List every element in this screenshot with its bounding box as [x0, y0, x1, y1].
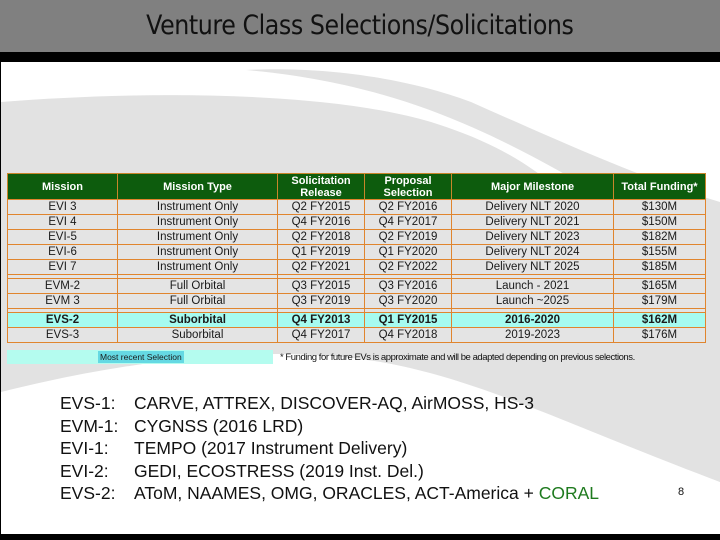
missions-table: Mission Mission Type Solicitation Releas… — [7, 173, 706, 343]
table-row: EVI-6 Instrument Only Q1 FY2019 Q1 FY2020 De… — [7, 244, 706, 260]
table-row: EVI-5 Instrument Only Q2 FY2018 Q2 FY2019 De… — [7, 229, 706, 245]
header-mission-type: Mission Type — [117, 173, 278, 200]
cell-funding: $162M — [613, 312, 706, 328]
cell-funding: $179M — [613, 293, 706, 309]
cell-type: Instrument Only — [117, 244, 278, 260]
cell-release: Q4 FY2013 — [277, 312, 365, 328]
cell-type: Suborbital — [117, 312, 278, 328]
table-row: EVI 7 Instrument Only Q2 FY2021 Q2 FY2022 De… — [7, 259, 706, 275]
cell-mission: EVM 3 — [7, 293, 118, 309]
cell-release: Q4 FY2017 — [277, 327, 365, 343]
title-bar: Venture Class Selections/Solicitations — [0, 0, 720, 52]
header-mission: Mission — [7, 173, 118, 200]
cell-funding: $182M — [613, 229, 706, 245]
cell-milestone: 2019-2023 — [451, 327, 614, 343]
cell-milestone: Delivery NLT 2023 — [451, 229, 614, 245]
cell-milestone: Delivery NLT 2024 — [451, 244, 614, 260]
cell-release: Q2 FY2021 — [277, 259, 365, 275]
cell-funding: $185M — [613, 259, 706, 275]
list-item: EVI-2: GEDI, ECOSTRESS (2019 Inst. Del.) — [60, 460, 599, 483]
cell-mission: EVS-2 — [7, 312, 118, 328]
table-row: EVS-3 Suborbital Q4 FY2017 Q4 FY2018 2019-20… — [7, 327, 706, 343]
cell-type: Suborbital — [117, 327, 278, 343]
cell-mission: EVM-2 — [7, 278, 118, 294]
cell-milestone: Delivery NLT 2020 — [451, 199, 614, 215]
cell-selection: Q1 FY2020 — [364, 244, 452, 260]
missions-table-wrap: Mission Mission Type Solicitation Releas… — [7, 173, 706, 343]
cell-milestone: 2016-2020 — [451, 312, 614, 328]
list-item: EVM-1: CYGNSS (2016 LRD) — [60, 415, 599, 438]
table-row: EVM 3 Full Orbital Q3 FY2019 Q3 FY2020 Launc… — [7, 293, 706, 309]
cell-selection: Q2 FY2019 — [364, 229, 452, 245]
list-item-text: CYGNSS (2016 LRD) — [134, 415, 304, 436]
list-item-label: EVI-2: — [60, 460, 109, 481]
cell-mission: EVI-5 — [7, 229, 118, 245]
cell-mission: EVI 3 — [7, 199, 118, 215]
legend-box: Most recent Selection — [7, 350, 273, 364]
cell-mission: EVI 7 — [7, 259, 118, 275]
slide-body: Mission Mission Type Solicitation Releas… — [1, 62, 720, 534]
cell-type: Instrument Only — [117, 259, 278, 275]
cell-selection: Q2 FY2016 — [364, 199, 452, 215]
cell-type: Full Orbital — [117, 278, 278, 294]
header-total-funding: Total Funding* — [613, 173, 706, 200]
list-item-label: EVS-1: — [60, 393, 116, 413]
header-solicitation-release: Solicitation Release — [277, 173, 365, 200]
cell-type: Full Orbital — [117, 293, 278, 309]
cell-mission: EVI-6 — [7, 244, 118, 260]
cell-funding: $176M — [613, 327, 706, 343]
cell-release: Q1 FY2019 — [277, 244, 365, 260]
cell-release: Q4 FY2016 — [277, 214, 365, 230]
cell-funding: $130M — [613, 199, 706, 215]
header-major-milestone: Major Milestone — [451, 173, 614, 200]
table-row: EVI 4 Instrument Only Q4 FY2016 Q4 FY2017 De… — [7, 214, 706, 230]
list-item: EVS-1: CARVE, ATTREX, DISCOVER-AQ, AirMOS… — [60, 392, 599, 415]
list-item: EVS-2: AToM, NAAMES, OMG, ORACLES, ACT-Am… — [60, 482, 599, 505]
cell-selection: Q4 FY2018 — [364, 327, 452, 343]
cell-selection: Q3 FY2020 — [364, 293, 452, 309]
table-row: EVI 3 Instrument Only Q2 FY2015 Q2 FY2016 De… — [7, 199, 706, 215]
mission-list: EVS-1: CARVE, ATTREX, DISCOVER-AQ, AirMOS… — [60, 392, 599, 505]
funding-footnote: * Funding for future EVs is approximate … — [280, 352, 635, 363]
cell-milestone: Launch ~2025 — [451, 293, 614, 309]
cell-mission: EVI 4 — [7, 214, 118, 230]
cell-selection: Q2 FY2022 — [364, 259, 452, 275]
cell-selection: Q1 FY2015 — [364, 312, 452, 328]
cell-mission: EVS-3 — [7, 327, 118, 343]
cell-release: Q3 FY2019 — [277, 293, 365, 309]
page-number: 8 — [678, 486, 685, 498]
list-item-label: EVS-2: — [60, 483, 116, 503]
list-item-label: EVM-1: — [60, 415, 119, 436]
list-item-label: EVI-1: — [60, 438, 109, 458]
slide-title: Venture Class Selections/Solicitations — [146, 9, 574, 41]
cell-release: Q3 FY2015 — [277, 278, 365, 294]
cell-type: Instrument Only — [117, 214, 278, 230]
list-item-text: GEDI, ECOSTRESS (2019 Inst. Del.) — [134, 460, 424, 481]
list-item-text: AToM, NAAMES, OMG, ORACLES, ACT-America … — [134, 483, 539, 503]
legend-label: Most recent Selection — [98, 351, 184, 363]
cell-milestone: Delivery NLT 2025 — [451, 259, 614, 275]
list-item-text: CARVE, ATTREX, DISCOVER-AQ, AirMOSS, HS-… — [134, 393, 534, 413]
cell-milestone: Launch - 2021 — [451, 278, 614, 294]
list-item-text: TEMPO (2017 Instrument Delivery) — [134, 438, 408, 458]
cell-type: Instrument Only — [117, 199, 278, 215]
table-header-row: Mission Mission Type Solicitation Releas… — [7, 173, 706, 200]
cell-selection: Q4 FY2017 — [364, 214, 452, 230]
cell-milestone: Delivery NLT 2021 — [451, 214, 614, 230]
coral-highlight: CORAL — [538, 483, 599, 503]
cell-selection: Q3 FY2016 — [364, 278, 452, 294]
cell-release: Q2 FY2018 — [277, 229, 365, 245]
table-row: EVM-2 Full Orbital Q3 FY2015 Q3 FY2016 Launc… — [7, 278, 706, 294]
cell-funding: $165M — [613, 278, 706, 294]
cell-type: Instrument Only — [117, 229, 278, 245]
cell-funding: $150M — [613, 214, 706, 230]
header-proposal-selection: Proposal Selection — [364, 173, 452, 200]
cell-funding: $155M — [613, 244, 706, 260]
cell-release: Q2 FY2015 — [277, 199, 365, 215]
table-row: EVS-2 Suborbital Q4 FY2013 Q1 FY2015 2016-20… — [7, 312, 706, 328]
list-item: EVI-1: TEMPO (2017 Instrument Delivery) — [60, 437, 599, 460]
